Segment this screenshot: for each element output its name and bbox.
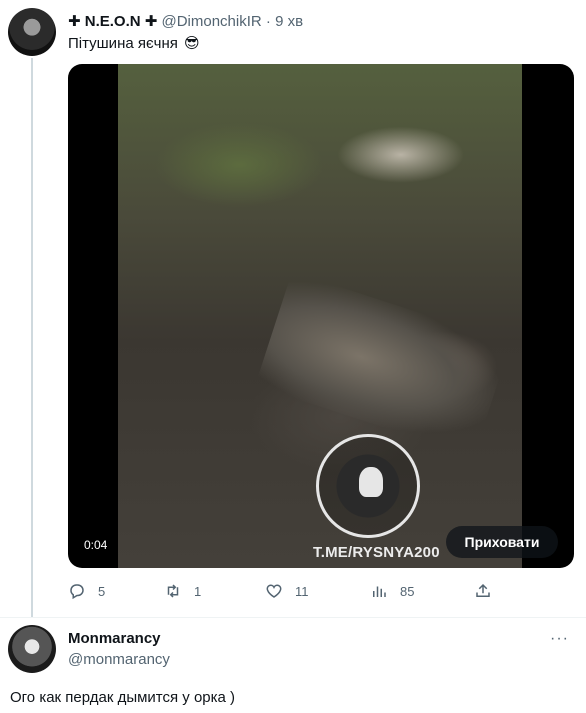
retweet-icon: [167, 584, 179, 598]
share-button[interactable]: [474, 582, 504, 600]
watermark-text: T.ME/RYSNYA200: [313, 544, 440, 561]
heart-icon: [266, 584, 282, 598]
video-player[interactable]: T.ME/RYSNYA200 0:04 Приховати: [68, 64, 574, 568]
tweet-header: ✚ N.E.O.N ✚ @DimonchikIR · 9 хв: [68, 12, 303, 30]
reply-icon: [70, 584, 84, 600]
views-count: 85: [400, 583, 415, 599]
video-frame[interactable]: T.ME/RYSNYA200: [118, 64, 522, 568]
reply-text: Ого как пердак дымится у орка ): [10, 689, 236, 706]
views-button[interactable]: 85: [370, 582, 414, 600]
author-name[interactable]: ✚ N.E.O.N ✚: [68, 13, 157, 30]
reply-avatar[interactable]: [8, 625, 56, 673]
tweet-text-content: Пітушина яєчня: [68, 35, 178, 52]
sunglasses-emoji: 😎: [184, 35, 200, 52]
hide-button[interactable]: Приховати: [446, 526, 558, 558]
separator-dot: ·: [265, 13, 271, 30]
video-content: [255, 271, 511, 457]
reply-button[interactable]: 5: [68, 582, 105, 600]
tweet-text: Пітушина яєчня 😎: [68, 34, 200, 52]
thread-connector-line: [31, 58, 33, 618]
share-icon: [476, 583, 490, 597]
more-options-icon[interactable]: ···: [550, 630, 569, 648]
retweet-count: 1: [194, 583, 202, 599]
video-timer: 0:04: [80, 536, 112, 554]
reply-handle[interactable]: @monmarancy: [68, 651, 170, 668]
author-handle[interactable]: @DimonchikIR: [161, 13, 261, 30]
like-count: 11: [295, 583, 309, 599]
reply-count: 5: [98, 583, 106, 599]
analytics-icon: [373, 586, 386, 597]
reply-name[interactable]: Monmarancy: [68, 630, 161, 647]
reply-author-name[interactable]: Monmarancy: [68, 630, 161, 647]
tweet-actions: 5 1 11 85: [68, 582, 508, 604]
tweet-time[interactable]: 9 хв: [275, 13, 303, 30]
retweet-button[interactable]: 1: [164, 582, 201, 600]
channel-logo-watermark: [316, 434, 420, 538]
skull-icon: [359, 467, 383, 497]
like-button[interactable]: 11: [265, 582, 309, 600]
avatar[interactable]: [8, 8, 56, 56]
tweet-divider: [0, 617, 586, 618]
